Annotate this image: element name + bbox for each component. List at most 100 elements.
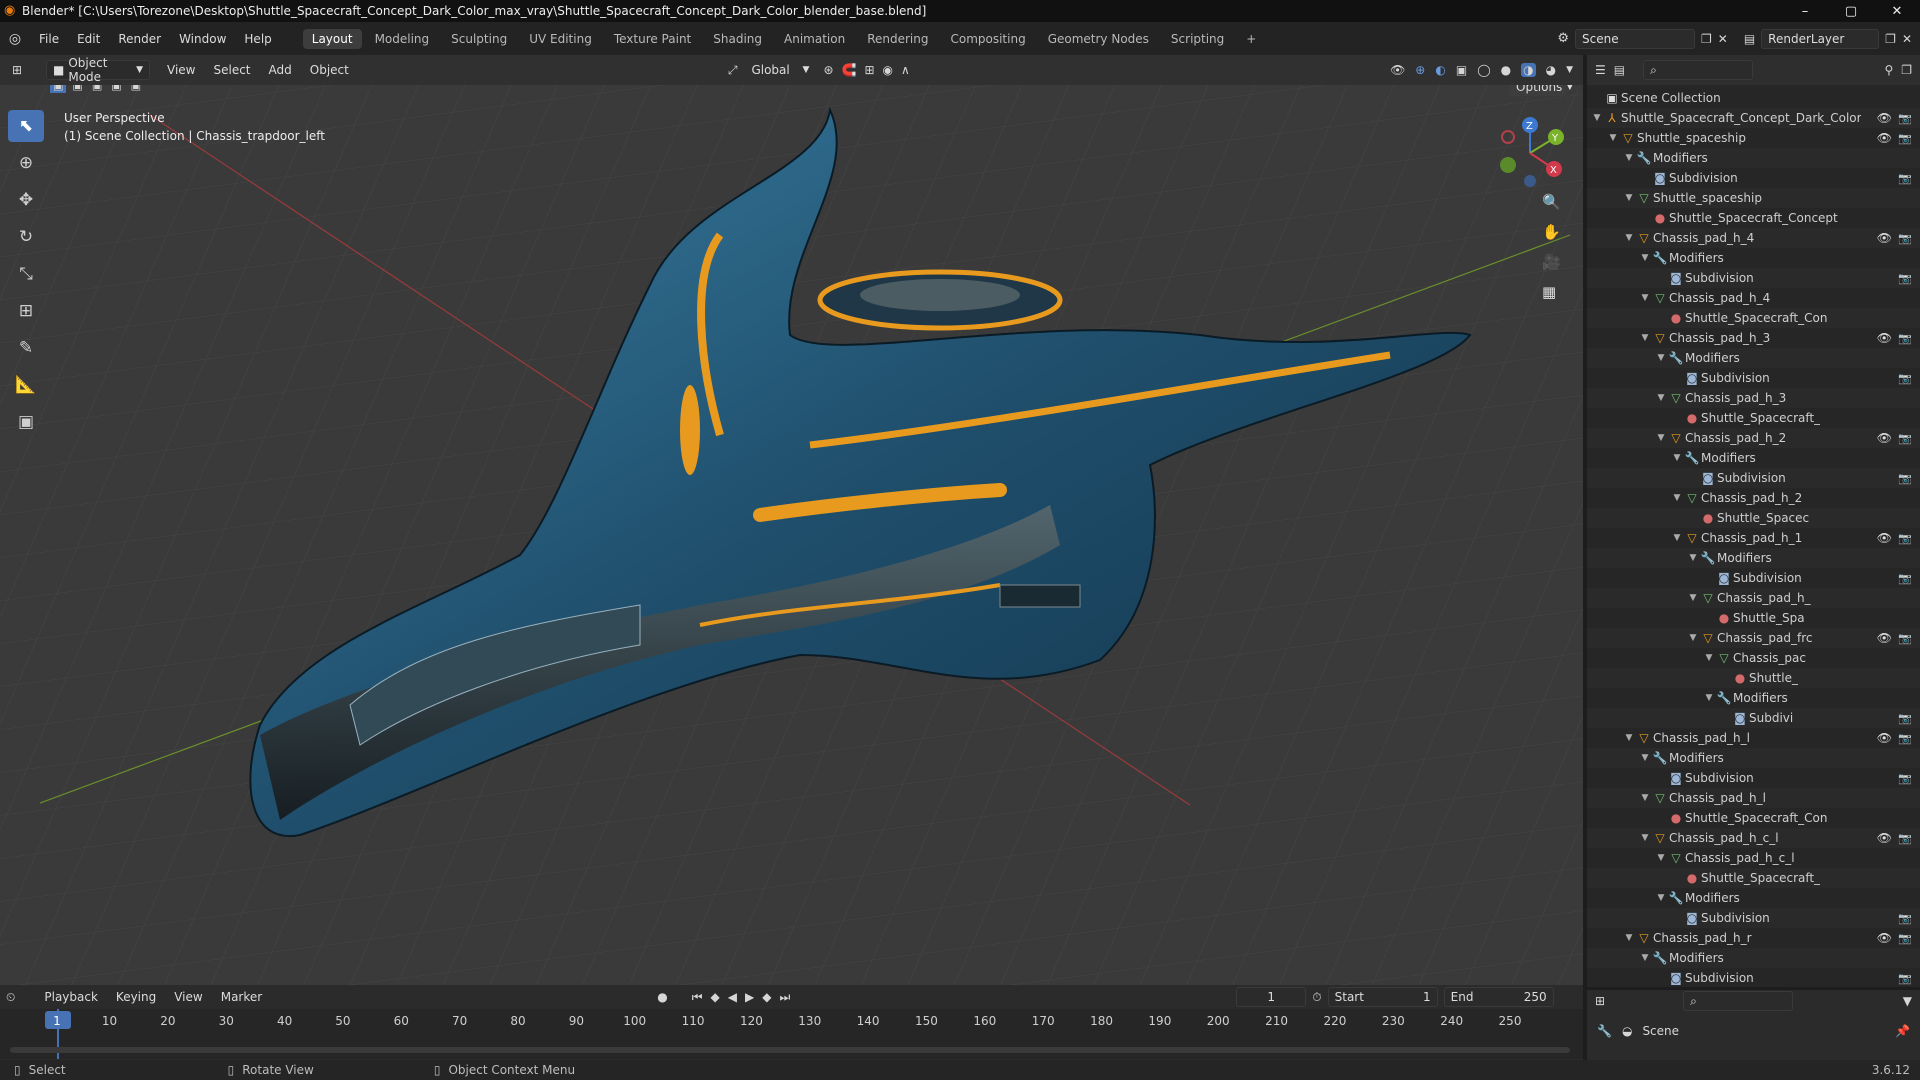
workspace-tab-geometry-nodes[interactable]: Geometry Nodes bbox=[1039, 29, 1158, 49]
outliner-row[interactable]: ▼ 🔧 Modifiers bbox=[1587, 448, 1920, 468]
camera-render-icon[interactable]: 📷 bbox=[1898, 932, 1912, 945]
select-new-icon[interactable]: ▣ bbox=[50, 85, 67, 93]
outliner-row[interactable]: ▼ ▽ Chassis_pad_h_1 👁 📷 bbox=[1587, 528, 1920, 548]
filter-icon[interactable]: ⚲ bbox=[1884, 63, 1893, 77]
outliner-row[interactable]: ◙ Subdivision 📷 bbox=[1587, 268, 1920, 288]
viewport-menu-object[interactable]: Object bbox=[301, 63, 358, 77]
outliner-row[interactable]: ● Shuttle_Spacecraft_Con bbox=[1587, 808, 1920, 828]
camera-render-icon[interactable]: 📷 bbox=[1898, 432, 1912, 445]
blender-menu-icon[interactable]: ◎ bbox=[0, 31, 30, 47]
disclosure-triangle-icon[interactable]: ▼ bbox=[1671, 533, 1683, 543]
camera-icon[interactable]: 🎥 bbox=[1542, 253, 1561, 271]
timeline-menu-keying[interactable]: Keying bbox=[107, 990, 165, 1004]
proportional-edit-icon[interactable]: ◉ bbox=[883, 63, 893, 77]
menu-file[interactable]: File bbox=[30, 32, 68, 46]
new-layer-icon[interactable]: ❐ bbox=[1885, 32, 1896, 46]
view-layer-selector[interactable]: RenderLayer bbox=[1761, 28, 1880, 49]
viewport-menu-select[interactable]: Select bbox=[204, 63, 259, 77]
disclosure-triangle-icon[interactable]: ▼ bbox=[1655, 353, 1667, 363]
cursor-tool[interactable]: ⊕ bbox=[8, 147, 44, 179]
prev-keyframe-icon[interactable]: ◆ bbox=[711, 990, 720, 1004]
disclosure-triangle-icon[interactable]: ▼ bbox=[1639, 793, 1651, 803]
viewport-menu-view[interactable]: View bbox=[158, 63, 204, 77]
falloff-icon[interactable]: ∧ bbox=[901, 63, 910, 77]
solid-shading-icon[interactable]: ● bbox=[1501, 63, 1511, 77]
transform-tool[interactable]: ⊞ bbox=[8, 295, 44, 327]
outliner-row[interactable]: ▼ ▽ Chassis_pad_frc 👁 📷 bbox=[1587, 628, 1920, 648]
outliner-row[interactable]: ● Shuttle_Spacecraft_ bbox=[1587, 868, 1920, 888]
start-frame-field[interactable]: Start 1 bbox=[1327, 987, 1438, 1007]
material-shading-icon[interactable]: ◑ bbox=[1521, 63, 1536, 77]
editor-type-icon[interactable]: ⊞ bbox=[0, 63, 34, 77]
disclosure-triangle-icon[interactable]: ▼ bbox=[1623, 933, 1635, 943]
gizmo-neg-z[interactable] bbox=[1524, 175, 1536, 187]
eye-icon[interactable]: 👁 bbox=[1877, 111, 1892, 125]
timeline-scale[interactable]: 1 10 20 30 40 50 60 70 80 90 100 110 120 130 140 150 160… bbox=[0, 1009, 1583, 1059]
outliner-row[interactable]: ▼ ▽ Chassis_pad_h_r 👁 📷 bbox=[1587, 928, 1920, 948]
add-cube-tool[interactable]: ▣ bbox=[8, 406, 44, 438]
disclosure-triangle-icon[interactable]: ▼ bbox=[1623, 153, 1635, 163]
outliner-row[interactable]: ▼ ▽ Shuttle_spaceship 👁 📷 bbox=[1587, 128, 1920, 148]
camera-render-icon[interactable]: 📷 bbox=[1898, 372, 1912, 385]
current-frame-field[interactable]: 1 bbox=[1236, 987, 1307, 1007]
camera-render-icon[interactable]: 📷 bbox=[1898, 532, 1912, 545]
disclosure-triangle-icon[interactable]: ▼ bbox=[1655, 853, 1667, 863]
disclosure-triangle-icon[interactable]: ▼ bbox=[1703, 653, 1715, 663]
outliner-row[interactable]: ▼ 🔧 Modifiers bbox=[1587, 548, 1920, 568]
perspective-grid-icon[interactable]: ▦ bbox=[1542, 283, 1561, 301]
outliner-row[interactable]: ◙ Subdivision 📷 bbox=[1587, 768, 1920, 788]
outliner-editor-icon[interactable]: ☰ bbox=[1595, 63, 1606, 77]
new-collection-icon[interactable]: ❐ bbox=[1901, 63, 1912, 77]
disclosure-triangle-icon[interactable]: ▼ bbox=[1655, 893, 1667, 903]
disclosure-triangle-icon[interactable]: ▼ bbox=[1687, 553, 1699, 563]
outliner-row[interactable]: ● Shuttle_Spacecraft_Concept bbox=[1587, 208, 1920, 228]
timeline-menu-view[interactable]: View bbox=[165, 990, 211, 1004]
disclosure-triangle-icon[interactable]: ▼ bbox=[1607, 133, 1619, 143]
outliner-row[interactable]: ▼ ▽ Shuttle_spaceship bbox=[1587, 188, 1920, 208]
measure-tool[interactable]: 📐 bbox=[8, 369, 44, 401]
close-button[interactable]: ✕ bbox=[1874, 4, 1920, 19]
camera-render-icon[interactable]: 📷 bbox=[1898, 972, 1912, 985]
disclosure-triangle-icon[interactable]: ▼ bbox=[1623, 193, 1635, 203]
disclosure-triangle-icon[interactable]: ▼ bbox=[1655, 393, 1667, 403]
eye-icon[interactable]: 👁 bbox=[1877, 431, 1892, 445]
eye-icon[interactable]: 👁 bbox=[1877, 531, 1892, 545]
outliner-row[interactable]: ▼ 🔧 Modifiers bbox=[1587, 348, 1920, 368]
menu-edit[interactable]: Edit bbox=[68, 32, 109, 46]
outliner-row[interactable]: ▼ 🔧 Modifiers bbox=[1587, 888, 1920, 908]
outliner-row[interactable]: ▼ ▽ Chassis_pad_h_l bbox=[1587, 788, 1920, 808]
mode-dropdown[interactable]: ■ Object Mode ▼ bbox=[46, 56, 150, 84]
outliner-row[interactable]: ◙ Subdivision 📷 bbox=[1587, 908, 1920, 928]
outliner-row[interactable]: ▼ ▽ Chassis_pad_h_3 bbox=[1587, 388, 1920, 408]
jump-start-icon[interactable]: ⏮ bbox=[692, 990, 703, 1005]
display-mode-icon[interactable]: ▤ bbox=[1614, 63, 1625, 77]
outliner-row[interactable]: ▼ ▽ Chassis_pad_h_c_l bbox=[1587, 848, 1920, 868]
outliner-row[interactable]: ▼ ▽ Chassis_pad_h_2 bbox=[1587, 488, 1920, 508]
timeline-editor-icon[interactable]: ⏲ bbox=[6, 990, 15, 1005]
eye-icon[interactable]: 👁 bbox=[1877, 631, 1892, 645]
select-box-tool[interactable]: ⬉ bbox=[8, 110, 44, 142]
camera-render-icon[interactable]: 📷 bbox=[1898, 732, 1912, 745]
play-icon[interactable]: ▶ bbox=[745, 990, 754, 1004]
outliner-row[interactable]: ◙ Subdivision 📷 bbox=[1587, 568, 1920, 588]
disclosure-triangle-icon[interactable]: ▼ bbox=[1639, 333, 1651, 343]
outliner-row[interactable]: ● Shuttle_Spacecraft_Con bbox=[1587, 308, 1920, 328]
select-intersect-icon[interactable]: ▣ bbox=[128, 85, 144, 93]
select-extend-icon[interactable]: ▣ bbox=[69, 85, 85, 93]
outliner-row[interactable]: ◙ Subdivision 📷 bbox=[1587, 168, 1920, 188]
eye-icon[interactable]: 👁 bbox=[1877, 731, 1892, 745]
menu-render[interactable]: Render bbox=[109, 32, 170, 46]
outliner-row[interactable]: ▼ ▽ Chassis_pad_h_4 bbox=[1587, 288, 1920, 308]
workspace-tab-shading[interactable]: Shading bbox=[704, 29, 771, 49]
outliner-row[interactable]: ● Shuttle_Spacec bbox=[1587, 508, 1920, 528]
camera-render-icon[interactable]: 📷 bbox=[1898, 332, 1912, 345]
orientation-dropdown[interactable]: Global ▼ bbox=[745, 60, 815, 80]
timeline-menu-marker[interactable]: Marker bbox=[212, 990, 271, 1004]
outliner-row[interactable]: ▼ ▽ Chassis_pad_h_2 👁 📷 bbox=[1587, 428, 1920, 448]
workspace-tab-add[interactable]: + bbox=[1237, 29, 1265, 49]
options-dropdown[interactable]: Options ▼ bbox=[1509, 85, 1573, 97]
maximize-button[interactable]: ▢ bbox=[1828, 4, 1874, 19]
camera-render-icon[interactable]: 📷 bbox=[1898, 912, 1912, 925]
end-frame-field[interactable]: End 250 bbox=[1443, 987, 1554, 1007]
outliner-row[interactable]: ▼ ⅄ Shuttle_Spacecraft_Concept_Dark_Color 👁… bbox=[1587, 108, 1920, 128]
